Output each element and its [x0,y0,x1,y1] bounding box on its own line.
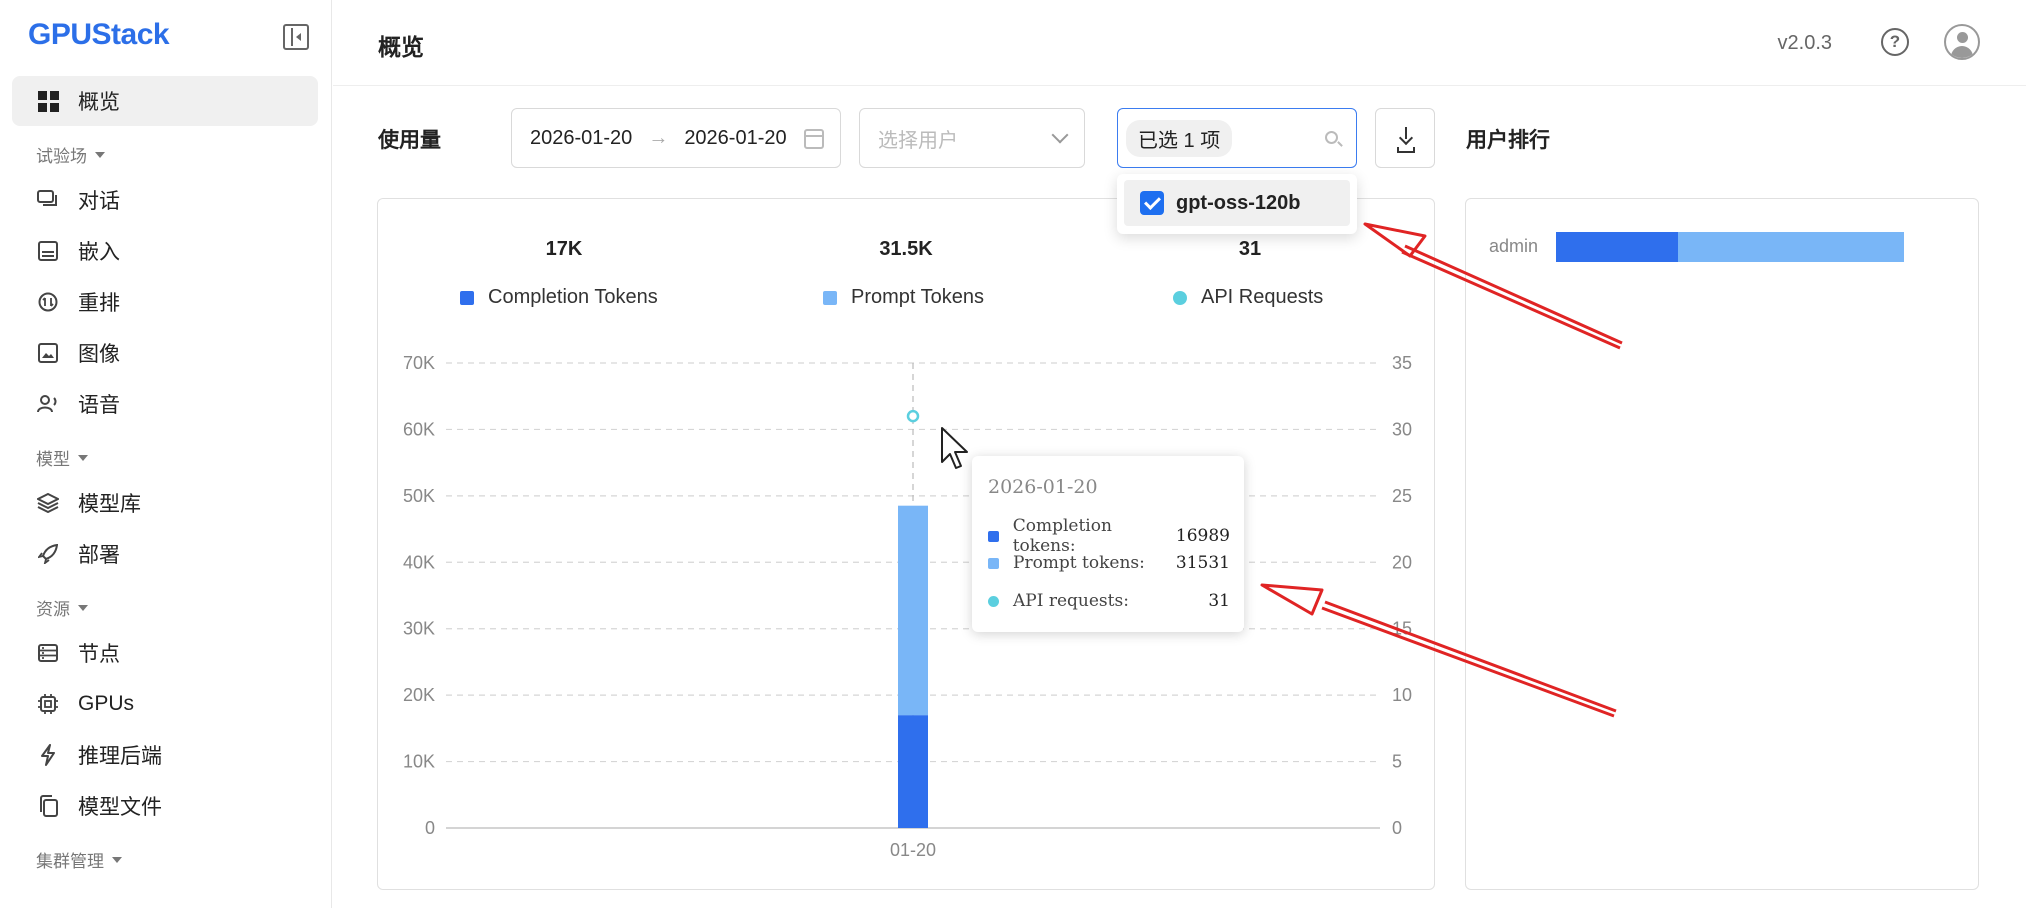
annotation-overlay [1260,222,1623,718]
annotation-arrow-tooltip [1260,583,1617,718]
annotation-arrow-dropdown [1363,222,1623,350]
